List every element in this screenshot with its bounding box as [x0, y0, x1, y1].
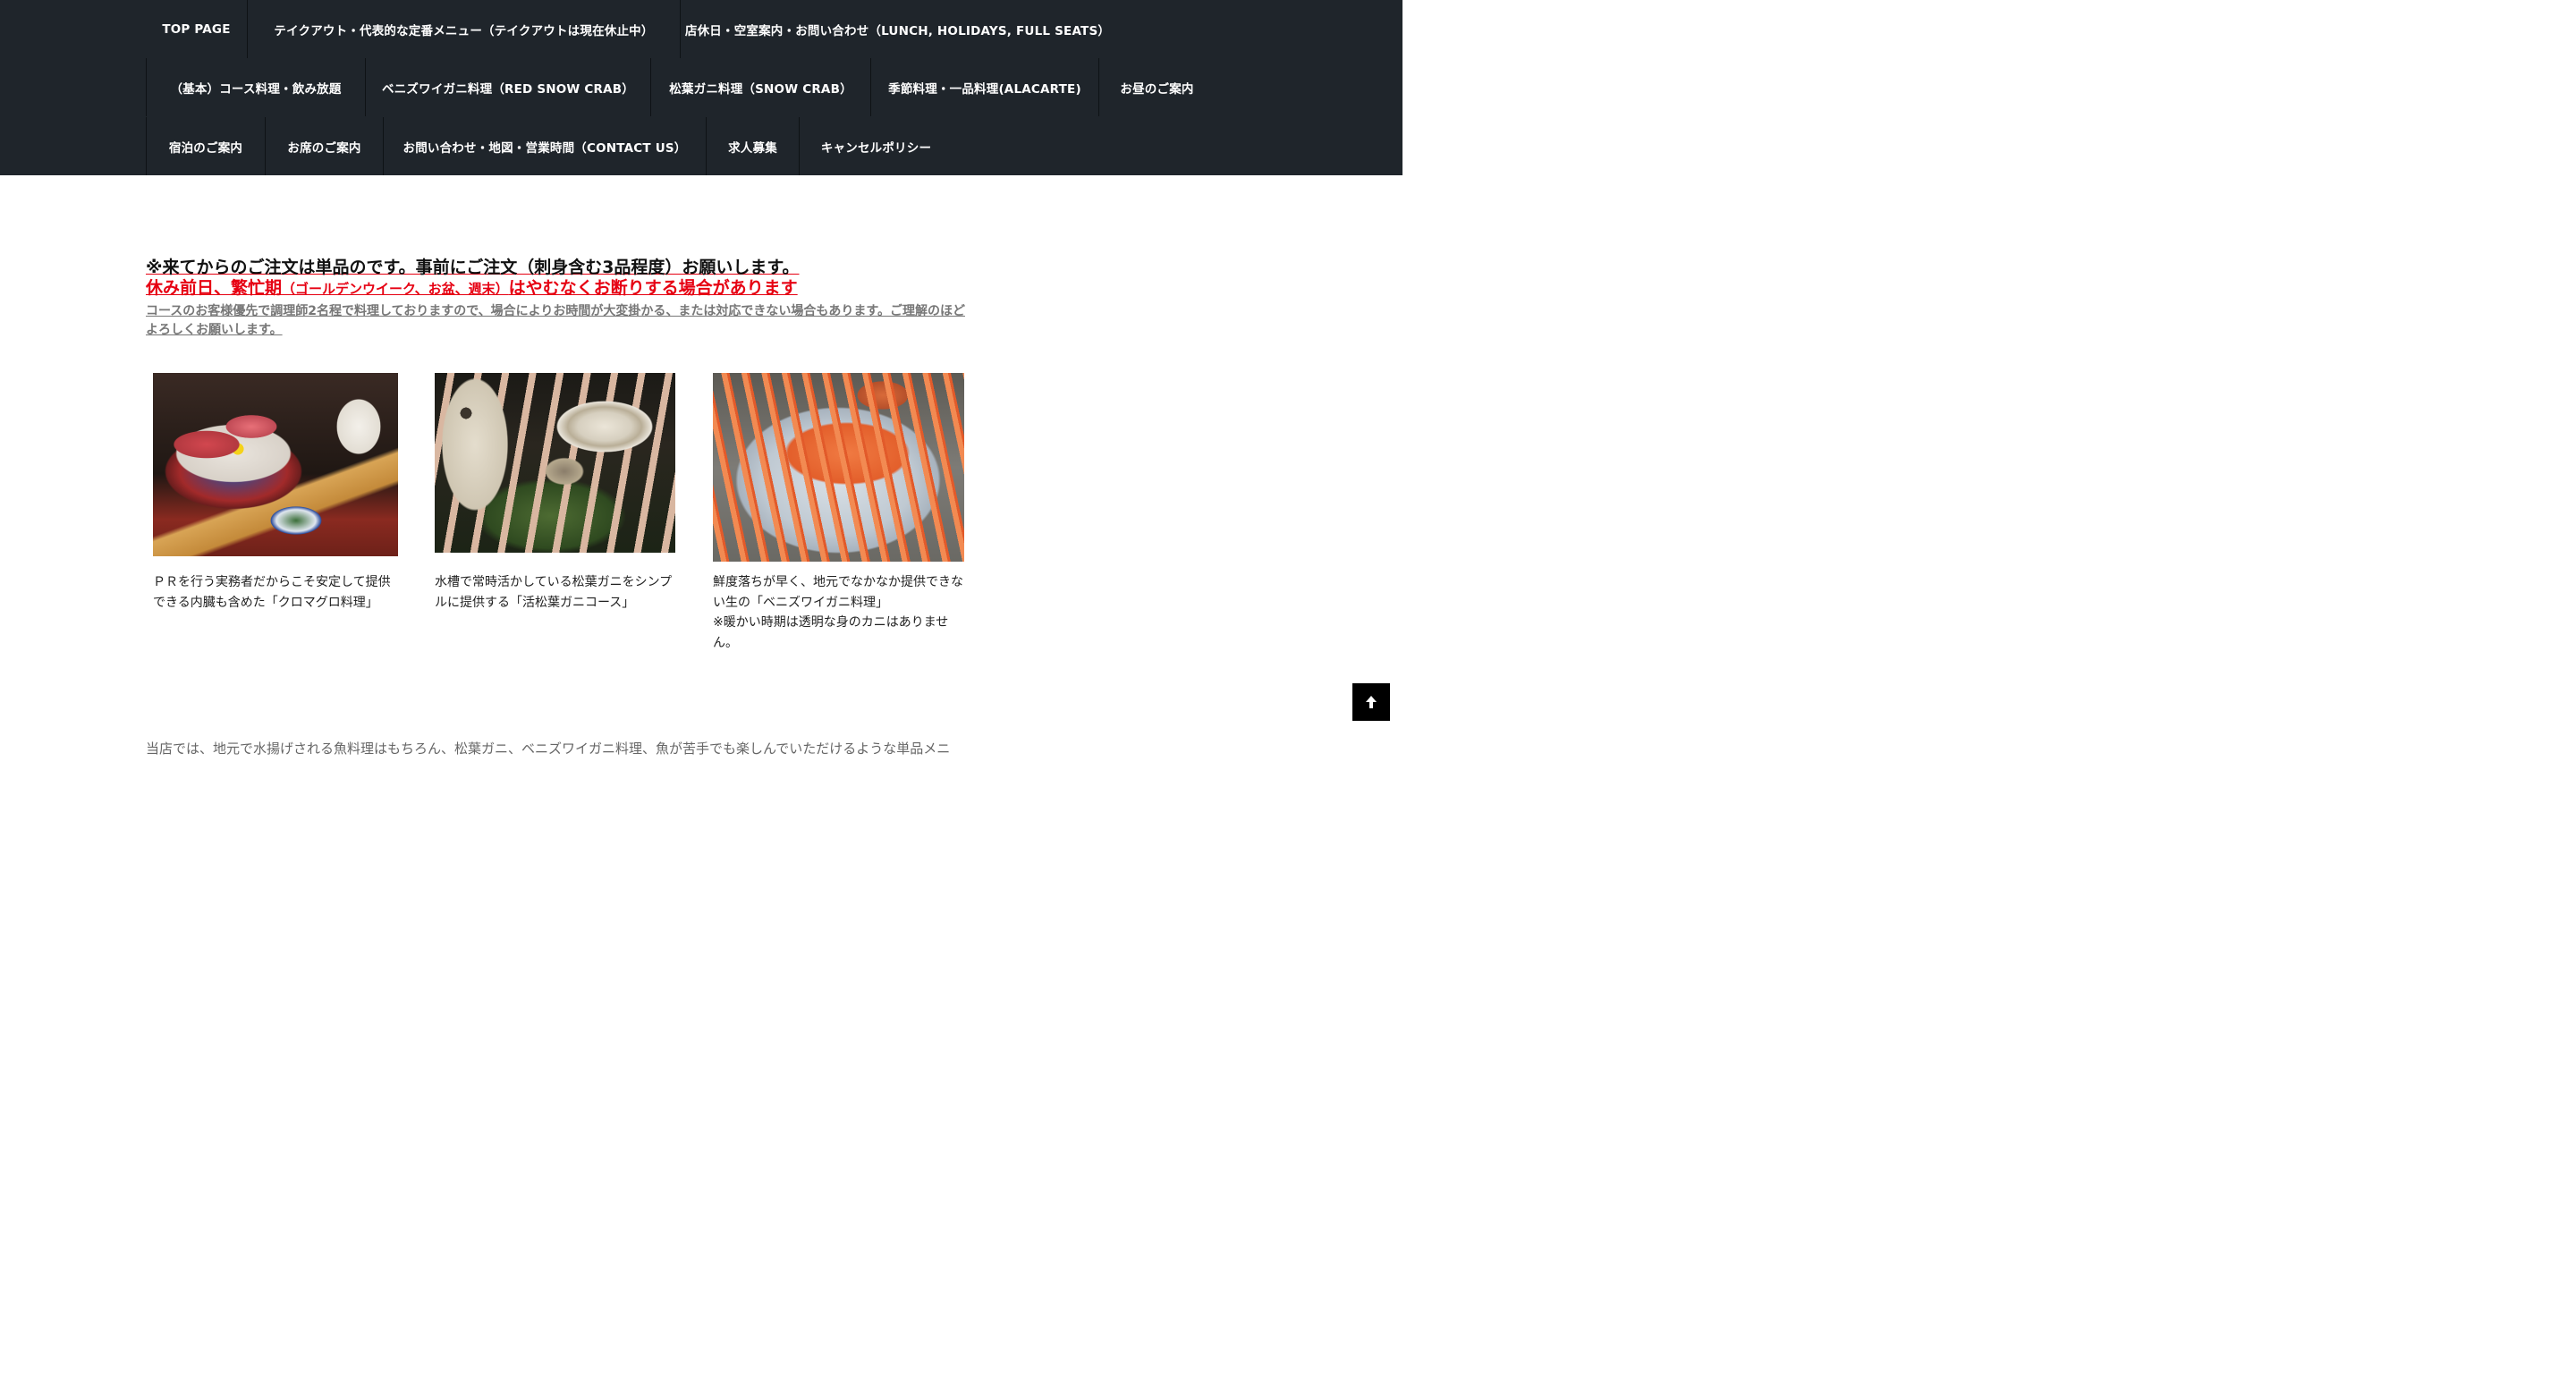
- nav-row-1: TOP PAGE テイクアウト・代表的な定番メニュー（テイクアウトは現在休止中）…: [146, 0, 1114, 58]
- nav-row-2: （基本）コース料理・飲み放題 ベニズワイガニ料理（RED SNOW CRAB） …: [146, 58, 1215, 116]
- card-caption: ＰＲを行う実務者だからこそ安定して提供できる内臓も含めた「クロマグロ料理」: [153, 575, 391, 610]
- nav-item-lunch[interactable]: お昼のご案内: [1098, 58, 1215, 116]
- nav-item-cancel-policy[interactable]: キャンセルポリシー: [799, 117, 953, 175]
- notice-line-2a: 休み前日、繁忙期: [146, 278, 283, 298]
- snow-crab-photo: [435, 373, 675, 553]
- order-notice: ※来てからのご注文は単品のです。事前にご注文（刺身含む3品程度）お願いします。 …: [146, 254, 973, 340]
- nav-item-takeout[interactable]: テイクアウト・代表的な定番メニュー（テイクアウトは現在休止中）: [247, 0, 680, 58]
- nav-row-3: 宿泊のご案内 お席のご案内 お問い合わせ・地図・営業時間（CONTACT US）…: [146, 117, 953, 175]
- nav-item-alacarte[interactable]: 季節料理・一品料理(ALACARTE): [870, 58, 1098, 116]
- intro-text: 当店では、地元で水揚げされる魚料理はもちろん、松葉ガニ、ベニズワイガニ料理、魚が…: [146, 741, 951, 757]
- nav-item-contact[interactable]: お問い合わせ・地図・営業時間（CONTACT US）: [383, 117, 706, 175]
- card-caption: 水槽で常時活かしている松葉ガニをシンプルに提供する「活松葉ガニコース」: [435, 575, 673, 610]
- card-caption-note: ※暖かい時期は透明な身のカニはありません。: [713, 615, 949, 650]
- nav-item-snow-crab[interactable]: 松葉ガニ料理（SNOW CRAB）: [650, 58, 870, 116]
- card-snow-crab: 水槽で常時活かしている松葉ガニをシンプルに提供する「活松葉ガニコース」: [435, 373, 678, 613]
- nav-item-red-snow-crab[interactable]: ベニズワイガニ料理（RED SNOW CRAB）: [365, 58, 650, 116]
- tuna-dish-photo: [153, 373, 398, 556]
- notice-line-2b: （ゴールデンウイーク、お盆、週末）: [282, 281, 509, 297]
- card-caption: 鮮度落ちが早く、地元でなかなか提供できない生の「ベニズワイガニ料理」 ※暖かい時…: [713, 572, 965, 653]
- arrow-up-icon: [1366, 696, 1377, 708]
- nav-item-seats[interactable]: お席のご案内: [265, 117, 383, 175]
- nav-item-holidays[interactable]: 店休日・空室案内・お問い合わせ（LUNCH, HOLIDAYS, FULL SE…: [680, 0, 1114, 58]
- notice-line-3: コースのお客様優先で調理師2名程で料理しておりますので、場合によりお時間が大変掛…: [146, 304, 965, 337]
- main-navigation: TOP PAGE テイクアウト・代表的な定番メニュー（テイクアウトは現在休止中）…: [0, 0, 1402, 175]
- notice-line-2: 休み前日、繁忙期（ゴールデンウイーク、お盆、週末）はやむなくお断りする場合があり…: [146, 277, 973, 300]
- nav-item-course[interactable]: （基本）コース料理・飲み放題: [146, 58, 365, 116]
- nav-item-accommodation[interactable]: 宿泊のご案内: [146, 117, 265, 175]
- nav-item-recruit[interactable]: 求人募集: [706, 117, 799, 175]
- red-snow-crab-photo: [713, 373, 964, 562]
- card-tuna: ＰＲを行う実務者だからこそ安定して提供できる内臓も含めた「クロマグロ料理」: [153, 373, 402, 613]
- card-red-snow-crab: 鮮度落ちが早く、地元でなかなか提供できない生の「ベニズワイガニ料理」 ※暖かい時…: [713, 373, 965, 653]
- card-caption-main: 鮮度落ちが早く、地元でなかなか提供できない生の「ベニズワイガニ料理」: [713, 575, 963, 610]
- notice-line-2c: はやむなくお断りする場合があります: [508, 278, 798, 298]
- back-to-top-button[interactable]: [1352, 683, 1390, 721]
- nav-item-top-page[interactable]: TOP PAGE: [146, 0, 247, 58]
